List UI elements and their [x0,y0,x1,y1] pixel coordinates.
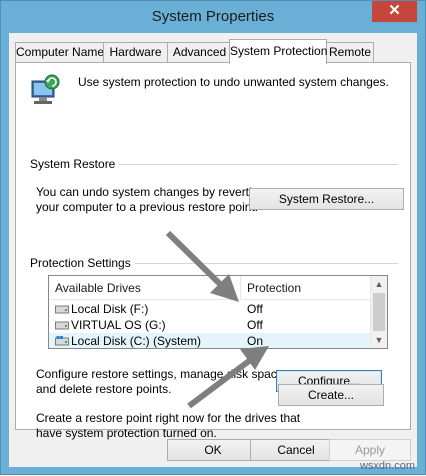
create-desc-line1: Create a restore point right now for the… [36,411,301,425]
title-bar[interactable]: System Properties ✕ [1,1,425,33]
create-button[interactable]: Create... [278,384,384,406]
system-protection-panel: Use system protection to undo unwanted s… [15,62,411,440]
drive-name: Local Disk (C:) (System) [71,334,202,348]
tab-system-protection[interactable]: System Protection [229,39,327,64]
tab-advanced[interactable]: Advanced [167,42,232,63]
drive-row-selected[interactable]: Local Disk (C:) (System) On [49,333,371,348]
system-restore-desc-line2: your computer to a previous restore poin… [36,200,259,214]
scroll-down-icon[interactable]: ▼ [371,332,387,348]
tab-strip: Computer Name Hardware Advanced System P… [15,39,411,64]
drive-protection-status: On [247,334,264,348]
hard-disk-icon [55,305,69,314]
scroll-thumb[interactable] [373,293,385,331]
hard-disk-icon [55,321,69,330]
dialog-client-area: Computer Name Hardware Advanced System P… [9,33,417,467]
drive-protection-status: Off [247,318,263,332]
column-available-drives[interactable]: Available Drives [49,276,239,300]
system-disk-icon [55,336,69,346]
tab-computer-name[interactable]: Computer Name [15,42,104,63]
drive-name: VIRTUAL OS (G:) [71,318,166,332]
window-title: System Properties [151,8,275,25]
ok-button[interactable]: OK [167,439,259,461]
drive-row[interactable]: VIRTUAL OS (G:) Off [49,317,371,333]
intro-text: Use system protection to undo unwanted s… [78,75,389,89]
system-restore-desc-line1: You can undo system changes by reverting [36,185,266,199]
protection-settings-heading: Protection Settings [30,256,135,270]
drive-protection-status: Off [247,302,263,316]
close-icon: ✕ [388,2,401,19]
drive-name: Local Disk (F:) [71,302,149,316]
system-restore-button[interactable]: System Restore... [249,188,404,210]
close-button[interactable]: ✕ [372,1,417,22]
system-properties-window: System Properties ✕ Computer Name Hardwa… [0,0,426,475]
apply-button[interactable]: Apply [329,439,411,461]
scroll-up-icon[interactable]: ▲ [371,276,387,292]
drive-row[interactable]: Local Disk (F:) Off [49,301,371,317]
drives-list[interactable]: Available Drives Protection Local Disk (… [48,275,388,349]
drives-list-scrollbar[interactable]: ▲ ▼ [370,276,387,348]
tab-remote[interactable]: Remote [326,42,374,63]
system-protection-icon [31,74,60,104]
column-protection[interactable]: Protection [241,276,371,300]
drives-list-header: Available Drives Protection [49,276,371,300]
configure-desc-line2: and delete restore points. [36,382,172,396]
tab-hardware[interactable]: Hardware [103,42,168,63]
watermark-text: wsxdn.com [359,460,415,472]
system-restore-heading: System Restore [30,157,120,171]
configure-desc-line1: Configure restore settings, manage disk … [36,367,287,381]
